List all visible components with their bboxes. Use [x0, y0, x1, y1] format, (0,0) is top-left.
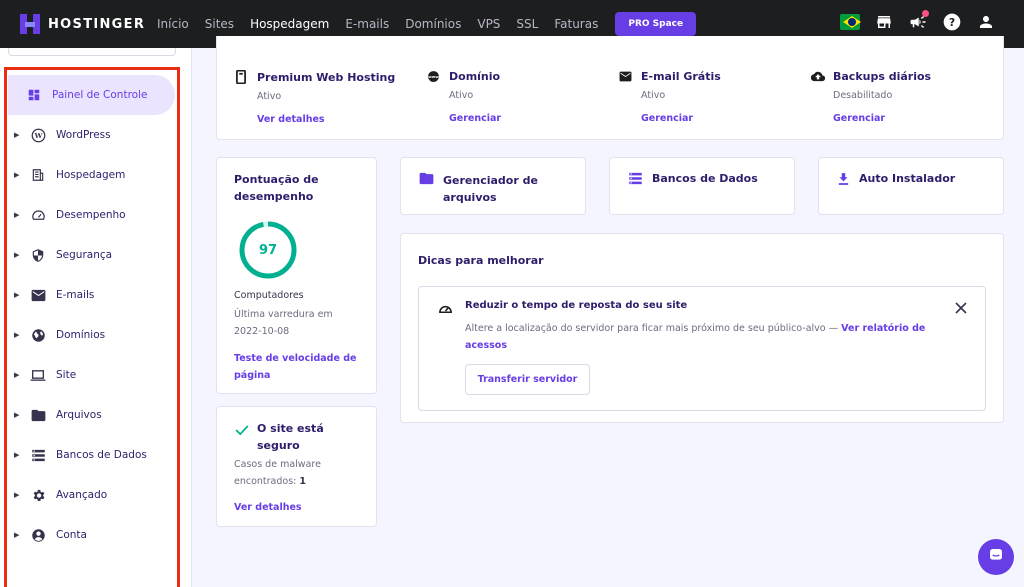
mail-icon [619, 71, 633, 82]
close-icon[interactable] [955, 299, 967, 318]
brand-name: HOSTINGER [48, 16, 146, 32]
store-icon[interactable] [874, 12, 894, 32]
notification-dot [922, 10, 929, 17]
access-report-link-line2[interactable]: acessos [465, 337, 935, 354]
service-status: Desabilitado [833, 90, 893, 101]
malware-info: Casos de malware encontrados: 1 [234, 459, 321, 487]
service-dominio: www Domínio Ativo Gerenciar [427, 70, 501, 124]
folder-icon [419, 172, 434, 185]
sidebar-search-box[interactable] [8, 48, 176, 56]
malware-count: 1 [299, 476, 307, 487]
service-status: Ativo [641, 90, 666, 101]
tool-card-file-manager[interactable]: Gerenciador de arquivos [400, 157, 586, 215]
tool-card-auto-installer[interactable]: Auto Instalador [818, 157, 1004, 215]
pro-space-button[interactable]: PRO Space [615, 12, 697, 36]
help-icon[interactable]: ? [942, 12, 962, 32]
service-details-link[interactable]: Ver detalhes [257, 114, 395, 125]
performance-title: Pontuação de desempenho [234, 173, 319, 203]
speedometer-icon [438, 300, 453, 319]
service-status: Ativo [449, 90, 474, 101]
tips-title: Dicas para melhorar [418, 254, 544, 267]
nav-item-emails[interactable]: E-mails [345, 17, 389, 31]
main-nav: Início Sites Hospedagem E-mails Domínios… [157, 12, 697, 36]
nav-item-vps[interactable]: VPS [477, 17, 500, 31]
cloud-upload-icon [811, 71, 825, 82]
transfer-server-button[interactable]: Transferir servidor [465, 364, 590, 395]
tip-title: Reduzir o tempo de reposta do seu site [465, 300, 688, 311]
page-speed-test-link[interactable]: Teste de velocidade de página [234, 350, 356, 384]
server-icon [235, 70, 249, 84]
brand-logo[interactable]: HOSTINGER [20, 14, 157, 34]
tool-label: Auto Instalador [859, 172, 956, 185]
security-details-link[interactable]: Ver detalhes [234, 502, 302, 513]
language-flag-icon[interactable] [840, 12, 860, 32]
tool-label: Gerenciador de arquivos [443, 174, 538, 204]
performance-score-value: 97 [258, 242, 278, 258]
performance-last-scan: Última varredura em 2022-10-08 [234, 309, 333, 337]
service-backups-diarios: Backups diários Desabilitado Gerenciar [811, 70, 931, 124]
nav-item-dominios[interactable]: Domínios [405, 17, 461, 31]
tool-card-databases[interactable]: Bancos de Dados [609, 157, 795, 215]
www-icon: www [427, 70, 441, 83]
service-title: Premium Web Hosting [257, 70, 396, 84]
service-manage-link[interactable]: Gerenciar [641, 113, 721, 124]
security-card: O site está seguro Casos de malware enco… [216, 406, 377, 527]
user-icon[interactable] [976, 12, 996, 32]
service-manage-link[interactable]: Gerenciar [449, 113, 501, 124]
performance-card: Pontuação de desempenho 97 Computadores … [216, 157, 377, 394]
service-title: E-mail Grátis [641, 70, 721, 83]
checkmark-icon [235, 421, 249, 440]
service-title: Backups diários [833, 70, 932, 83]
tool-label: Bancos de Dados [652, 172, 758, 185]
download-icon [837, 172, 850, 186]
nav-item-inicio[interactable]: Início [157, 17, 189, 31]
service-email-gratis: E-mail Grátis Ativo Gerenciar [619, 70, 721, 124]
service-manage-link[interactable]: Gerenciar [833, 113, 931, 124]
service-status: Ativo [257, 91, 282, 102]
tip-item: Reduzir o tempo de reposta do seu site A… [418, 286, 986, 411]
service-title: Domínio [449, 70, 501, 83]
svg-text:www: www [428, 74, 439, 79]
database-icon [628, 172, 643, 185]
tips-card: Dicas para melhorar Reduzir o tempo de r… [400, 233, 1004, 423]
chat-icon [988, 547, 1004, 567]
nav-item-ssl[interactable]: SSL [516, 17, 538, 31]
tip-description: Altere a localização do servidor para fi… [465, 320, 935, 354]
nav-item-faturas[interactable]: Faturas [554, 17, 598, 31]
chat-button[interactable] [978, 539, 1014, 575]
hostinger-logo-icon [20, 14, 40, 34]
topbar-actions: ? [826, 10, 996, 32]
performance-device: Computadores [234, 290, 304, 301]
security-title: O site está seguro [257, 422, 324, 452]
announcement-icon[interactable] [908, 10, 929, 32]
sidebar-highlight-box [4, 67, 180, 587]
nav-item-hospedagem[interactable]: Hospedagem [250, 17, 329, 31]
service-premium-web-hosting: Premium Web Hosting Ativo Ver detalhes [235, 70, 395, 125]
svg-text:?: ? [949, 16, 955, 29]
nav-item-sites[interactable]: Sites [205, 17, 234, 31]
access-report-link[interactable]: Ver relatório de [841, 323, 925, 334]
